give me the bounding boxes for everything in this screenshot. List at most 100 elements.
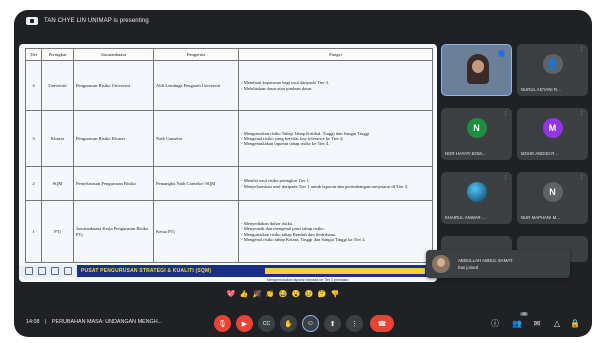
participant-video <box>467 54 489 84</box>
table-row: 1 PTj Jawatankuasa Kerja Pengurusan Risi… <box>25 200 433 263</box>
cell-committee: Pengurusan Risiko Kluster <box>73 110 154 167</box>
cell-functions: Menilai usul risiko peringkat Tier 1. Me… <box>238 166 433 201</box>
header-tier: Tier <box>25 48 42 61</box>
leave-call-button[interactable]: ☎ <box>370 315 394 332</box>
toast-status: has joined <box>458 265 479 270</box>
thumbs-up-reaction-icon[interactable]: 👍 <box>239 290 249 300</box>
captions-icon: CC <box>262 320 271 327</box>
info-icon[interactable]: ⓘ <box>490 319 500 329</box>
cell-chair: Ketua PTj <box>153 200 239 263</box>
avatar <box>432 255 450 273</box>
function-item: Menyelaraskan usul daripada Tier 1 untuk… <box>241 184 430 189</box>
leave-call-icon: ☎ <box>377 320 387 328</box>
participant-tile[interactable]: ⋮ N NOR HAYATI BOM... <box>441 108 512 160</box>
cell-tier: 4 <box>25 60 42 111</box>
cell-functions: Menguruskan risiko Tahap Tahap Kritikal,… <box>238 110 433 167</box>
participant-name: NURUL ADYANI R... <box>521 87 561 92</box>
cell-committee: Pengurusan Risiko Universiti <box>73 60 154 111</box>
participant-tile[interactable]: ⋮ N NUR MAPHANI M... <box>517 172 588 224</box>
table-row: 3 Kluster Pengurusan Risiko Kluster Naib… <box>25 110 433 167</box>
party-reaction-icon[interactable]: 🎉 <box>252 290 262 300</box>
camera-off-icon: ▶ <box>241 320 248 328</box>
function-item: Mengenal risiko tahap Ketara, Tinggi dan… <box>241 237 430 242</box>
cell-level: Kluster <box>41 110 74 167</box>
clap-reaction-icon[interactable]: 👏 <box>265 290 275 300</box>
header-level: Peringkat <box>41 48 74 61</box>
toast-name: ABDULLAH ABDUL SAMAT <box>458 258 513 263</box>
cell-tier: 1 <box>25 200 42 263</box>
emoji-reactions-button[interactable]: ☺ <box>302 315 319 332</box>
participant-tile[interactable]: ⋮ KHAIRUL ANWAR ... <box>441 172 512 224</box>
separator: | <box>45 319 47 325</box>
presenting-bar: TAN CHYE LIN UNIMAP is presenting <box>14 10 592 32</box>
meet-window: TAN CHYE LIN UNIMAP is presenting Tier P… <box>14 10 592 337</box>
avatar: M <box>542 118 563 138</box>
table-row: 2 SQM Penyelarasan Pengurusan Risiko Pem… <box>25 166 433 201</box>
mic-off-icon: ⋮ <box>503 175 508 181</box>
slide-footer-banner: PUSAT PENGURUSAN STRATEGI & KUALITI (SQM… <box>19 265 437 282</box>
avatar <box>466 182 487 202</box>
people-icon[interactable]: 👥 <box>512 319 522 329</box>
cell-chair: Naib Canselor <box>153 110 239 167</box>
avatar: N <box>466 118 487 138</box>
thumbs-down-reaction-icon[interactable]: 👎 <box>330 290 340 300</box>
mic-off-icon: ⋮ <box>579 175 584 181</box>
cell-committee: Penyelarasan Pengurusan Risiko <box>73 166 154 201</box>
cell-functions: Membuat keputusan bagi usul daripada Tie… <box>238 60 433 111</box>
laugh-reaction-icon[interactable]: 😂 <box>278 290 288 300</box>
chat-icon[interactable]: ✉ <box>532 319 542 329</box>
header-chair: Pengerusi <box>153 48 239 61</box>
smile-icon: ☺ <box>306 320 315 327</box>
meeting-title: PERUBAHAN MASA: UNDANGAN MENGH... <box>51 319 163 325</box>
host-controls-icon[interactable]: 🔒 <box>570 319 580 329</box>
captions-button[interactable]: CC <box>258 315 275 332</box>
highlight-overlay: Mengemukakan laporan kepada ke Tier 3 pe… <box>265 268 425 282</box>
raise-hand-icon: ✋ <box>284 320 293 328</box>
cell-chair: Ahli Lembaga Pengarah Universiti <box>153 60 239 111</box>
more-options-icon: ⋮ <box>351 320 358 328</box>
control-bar: 14:08 | PERUBAHAN MASA: UNDANGAN MENGH..… <box>14 310 592 337</box>
raise-hand-button[interactable]: ✋ <box>280 315 297 332</box>
camera-toggle-button[interactable]: ▶ <box>236 315 253 332</box>
heart-reaction-icon[interactable]: 💖 <box>226 290 236 300</box>
cell-level: PTj <box>41 200 74 263</box>
activities-icon[interactable]: △ <box>552 319 562 329</box>
mic-toggle-button[interactable]: 🎙 <box>214 315 231 332</box>
participant-name: NUR MAPHANI M... <box>521 215 561 220</box>
shared-screen[interactable]: Tier Peringkat Jawatankuasa Pengerusi Fu… <box>19 44 437 282</box>
participant-name: NOR HAYATI BOM... <box>445 151 486 156</box>
cell-tier: 2 <box>25 166 42 201</box>
cell-chair: Pemangku Naib Canselor/ SQM <box>153 166 239 201</box>
avatar: N <box>542 182 563 202</box>
institution-logos <box>19 265 77 277</box>
header-functions: Fungsi <box>238 48 433 61</box>
mic-off-icon: 🎙 <box>218 320 227 328</box>
table-row: 4 Universiti Pengurusan Risiko Universit… <box>25 60 433 111</box>
cell-functions: Menyediakan daftar risiko. Menyemak dan … <box>238 200 433 263</box>
function-item: Mengemukakan laporan tahap risiko ke Tie… <box>241 141 430 146</box>
mic-off-icon: ⋮ <box>579 47 584 53</box>
join-notification: ABDULLAH ABDUL SAMAT has joined <box>426 250 570 278</box>
pin-icon[interactable] <box>498 50 505 57</box>
thinking-reaction-icon[interactable]: 🤔 <box>317 290 327 300</box>
more-options-button[interactable]: ⋮ <box>346 315 363 332</box>
cell-level: SQM <box>41 166 74 201</box>
reaction-bar: 💖 👍 🎉 👏 😂 😮 😢 🤔 👎 <box>226 290 340 300</box>
avatar: 👤 <box>542 54 563 74</box>
participant-tile[interactable]: ⋮ M MOHD ANDIDI R... <box>517 108 588 160</box>
presenting-text: TAN CHYE LIN UNIMAP is presenting <box>44 18 149 24</box>
present-button[interactable]: ⬆ <box>324 315 341 332</box>
sad-reaction-icon[interactable]: 😢 <box>304 290 314 300</box>
participant-tile-self[interactable] <box>441 44 512 96</box>
function-item: Meluluskan dasar atau pindaan dasar. <box>241 86 430 91</box>
meeting-info: 14:08 | PERUBAHAN MASA: UNDANGAN MENGH..… <box>26 319 162 325</box>
header-committee: Jawatankuasa <box>73 48 154 61</box>
meeting-time: 14:08 <box>26 319 40 325</box>
people-count-badge: 45 <box>520 312 528 316</box>
cell-tier: 3 <box>25 110 42 167</box>
banner-text: PUSAT PENGURUSAN STRATEGI & KUALITI (SQM… <box>81 268 212 274</box>
surprised-reaction-icon[interactable]: 😮 <box>291 290 301 300</box>
participant-tile[interactable]: ⋮ 👤 NURUL ADYANI R... <box>517 44 588 96</box>
mic-off-icon: ⋮ <box>503 111 508 117</box>
cell-level: Universiti <box>41 60 74 111</box>
